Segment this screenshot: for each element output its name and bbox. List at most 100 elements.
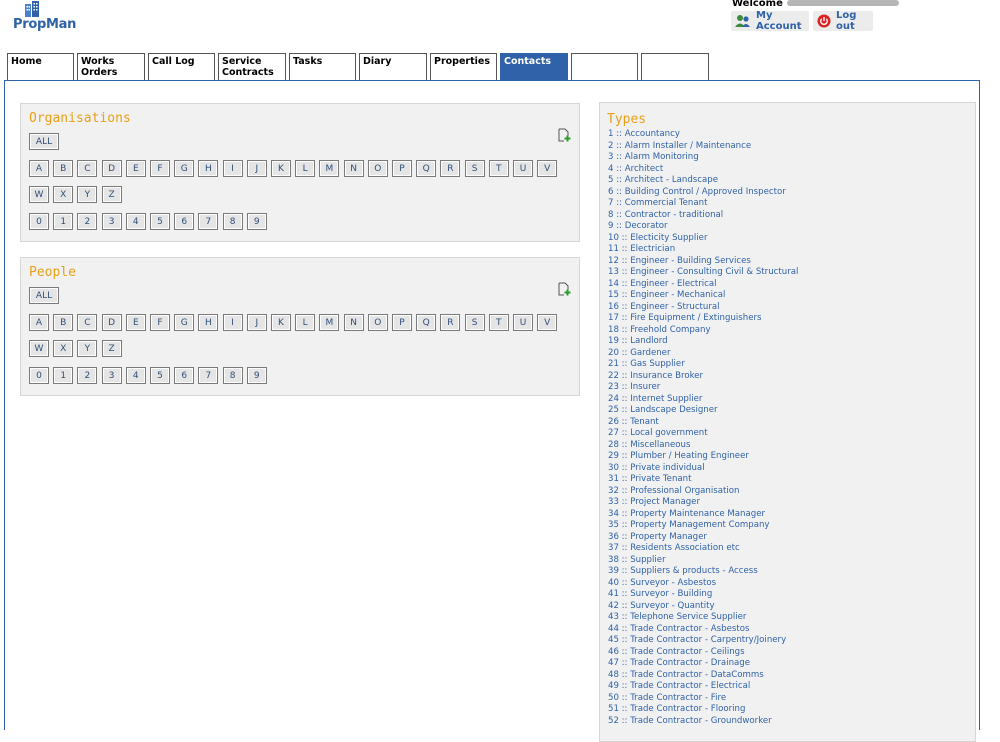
people-letter-h-button[interactable]: H bbox=[198, 314, 219, 331]
people-all-button[interactable]: ALL bbox=[29, 287, 59, 304]
org-letter-x-button[interactable]: X bbox=[53, 186, 74, 203]
type-link[interactable]: 14 :: Engineer - Electrical bbox=[608, 279, 798, 291]
org-letter-p-button[interactable]: P bbox=[392, 160, 412, 177]
people-letter-j-button[interactable]: J bbox=[246, 314, 267, 331]
people-digit-5-button[interactable]: 5 bbox=[150, 367, 170, 384]
type-link[interactable]: 38 :: Supplier bbox=[608, 555, 798, 567]
type-link[interactable]: 48 :: Trade Contractor - DataComms bbox=[608, 670, 798, 682]
type-link[interactable]: 22 :: Insurance Broker bbox=[608, 371, 798, 383]
org-digit-1-button[interactable]: 1 bbox=[53, 213, 74, 230]
tab-diary[interactable]: Diary bbox=[359, 53, 427, 80]
type-link[interactable]: 51 :: Trade Contractor - Flooring bbox=[608, 704, 798, 716]
org-digit-8-button[interactable]: 8 bbox=[222, 213, 243, 230]
people-letter-o-button[interactable]: O bbox=[367, 314, 388, 331]
people-letter-e-button[interactable]: E bbox=[125, 314, 146, 331]
org-letter-w-button[interactable]: W bbox=[29, 186, 49, 203]
people-letter-s-button[interactable]: S bbox=[464, 314, 485, 331]
type-link[interactable]: 21 :: Gas Supplier bbox=[608, 359, 798, 371]
people-digit-9-button[interactable]: 9 bbox=[246, 367, 267, 384]
type-link[interactable]: 15 :: Engineer - Mechanical bbox=[608, 290, 798, 302]
people-letter-k-button[interactable]: K bbox=[271, 314, 291, 331]
type-link[interactable]: 12 :: Engineer - Building Services bbox=[608, 256, 798, 268]
tab-call-log[interactable]: Call Log bbox=[148, 53, 215, 80]
people-letter-q-button[interactable]: Q bbox=[416, 314, 437, 331]
tab-blank-2[interactable] bbox=[641, 53, 709, 80]
people-letter-x-button[interactable]: X bbox=[53, 340, 74, 357]
org-letter-j-button[interactable]: J bbox=[246, 160, 267, 177]
people-letter-t-button[interactable]: T bbox=[488, 314, 509, 331]
type-link[interactable]: 23 :: Insurer bbox=[608, 382, 798, 394]
type-link[interactable]: 44 :: Trade Contractor - Asbestos bbox=[608, 624, 798, 636]
org-letter-k-button[interactable]: K bbox=[271, 160, 291, 177]
org-letter-h-button[interactable]: H bbox=[198, 160, 219, 177]
org-digit-5-button[interactable]: 5 bbox=[150, 213, 170, 230]
org-letter-n-button[interactable]: N bbox=[343, 160, 364, 177]
org-letter-o-button[interactable]: O bbox=[367, 160, 388, 177]
org-letter-e-button[interactable]: E bbox=[125, 160, 146, 177]
org-digit-4-button[interactable]: 4 bbox=[125, 213, 146, 230]
type-link[interactable]: 28 :: Miscellaneous bbox=[608, 440, 798, 452]
people-digit-6-button[interactable]: 6 bbox=[174, 367, 195, 384]
org-letter-l-button[interactable]: L bbox=[295, 160, 316, 177]
people-digit-0-button[interactable]: 0 bbox=[29, 367, 49, 384]
org-digit-9-button[interactable]: 9 bbox=[246, 213, 267, 230]
people-digit-3-button[interactable]: 3 bbox=[101, 367, 122, 384]
type-link[interactable]: 27 :: Local government bbox=[608, 428, 798, 440]
type-link[interactable]: 29 :: Plumber / Heating Engineer bbox=[608, 451, 798, 463]
people-letter-d-button[interactable]: D bbox=[101, 314, 122, 331]
type-link[interactable]: 43 :: Telephone Service Supplier bbox=[608, 612, 798, 624]
type-link[interactable]: 45 :: Trade Contractor - Carpentry/Joine… bbox=[608, 635, 798, 647]
tab-tasks[interactable]: Tasks bbox=[289, 53, 356, 80]
type-link[interactable]: 31 :: Private Tenant bbox=[608, 474, 798, 486]
tab-contacts[interactable]: Contacts bbox=[500, 53, 568, 80]
type-link[interactable]: 39 :: Suppliers & products - Access bbox=[608, 566, 798, 578]
people-letter-n-button[interactable]: N bbox=[343, 314, 364, 331]
org-letter-s-button[interactable]: S bbox=[464, 160, 485, 177]
type-link[interactable]: 50 :: Trade Contractor - Fire bbox=[608, 693, 798, 705]
type-link[interactable]: 13 :: Engineer - Consulting Civil & Stru… bbox=[608, 267, 798, 279]
type-link[interactable]: 37 :: Residents Association etc bbox=[608, 543, 798, 555]
org-letter-y-button[interactable]: Y bbox=[77, 186, 98, 203]
type-link[interactable]: 49 :: Trade Contractor - Electrical bbox=[608, 681, 798, 693]
org-digit-7-button[interactable]: 7 bbox=[198, 213, 219, 230]
people-letter-u-button[interactable]: U bbox=[513, 314, 533, 331]
people-letter-v-button[interactable]: V bbox=[537, 314, 558, 331]
org-letter-r-button[interactable]: R bbox=[440, 160, 461, 177]
org-letter-f-button[interactable]: F bbox=[150, 160, 170, 177]
people-letter-z-button[interactable]: Z bbox=[101, 340, 122, 357]
type-link[interactable]: 35 :: Property Management Company bbox=[608, 520, 798, 532]
people-digit-8-button[interactable]: 8 bbox=[222, 367, 243, 384]
people-letter-w-button[interactable]: W bbox=[29, 340, 49, 357]
people-digit-1-button[interactable]: 1 bbox=[53, 367, 74, 384]
type-link[interactable]: 41 :: Surveyor - Building bbox=[608, 589, 798, 601]
type-link[interactable]: 36 :: Property Manager bbox=[608, 532, 798, 544]
type-link[interactable]: 16 :: Engineer - Structural bbox=[608, 302, 798, 314]
people-letter-p-button[interactable]: P bbox=[392, 314, 412, 331]
type-link[interactable]: 3 :: Alarm Monitoring bbox=[608, 152, 798, 164]
type-link[interactable]: 20 :: Gardener bbox=[608, 348, 798, 360]
org-letter-g-button[interactable]: G bbox=[174, 160, 195, 177]
type-link[interactable]: 24 :: Internet Supplier bbox=[608, 394, 798, 406]
type-link[interactable]: 25 :: Landscape Designer bbox=[608, 405, 798, 417]
people-letter-f-button[interactable]: F bbox=[150, 314, 170, 331]
propman-logo[interactable]: PropMan bbox=[13, 0, 76, 36]
org-digit-0-button[interactable]: 0 bbox=[29, 213, 49, 230]
people-letter-m-button[interactable]: M bbox=[319, 314, 340, 331]
people-letter-b-button[interactable]: B bbox=[53, 314, 74, 331]
tab-blank-1[interactable] bbox=[571, 53, 638, 80]
org-digit-6-button[interactable]: 6 bbox=[174, 213, 195, 230]
type-link[interactable]: 47 :: Trade Contractor - Drainage bbox=[608, 658, 798, 670]
type-link[interactable]: 9 :: Decorator bbox=[608, 221, 798, 233]
type-link[interactable]: 46 :: Trade Contractor - Ceilings bbox=[608, 647, 798, 659]
add-person-icon[interactable] bbox=[557, 282, 571, 299]
org-digit-2-button[interactable]: 2 bbox=[77, 213, 98, 230]
people-letter-r-button[interactable]: R bbox=[440, 314, 461, 331]
type-link[interactable]: 2 :: Alarm Installer / Maintenance bbox=[608, 141, 798, 153]
org-letter-z-button[interactable]: Z bbox=[101, 186, 122, 203]
type-link[interactable]: 6 :: Building Control / Approved Inspect… bbox=[608, 187, 798, 199]
org-letter-t-button[interactable]: T bbox=[488, 160, 509, 177]
add-organisation-icon[interactable] bbox=[557, 128, 571, 145]
people-letter-l-button[interactable]: L bbox=[295, 314, 316, 331]
tab-service-contracts[interactable]: Service Contracts bbox=[218, 53, 286, 80]
org-letter-q-button[interactable]: Q bbox=[416, 160, 437, 177]
